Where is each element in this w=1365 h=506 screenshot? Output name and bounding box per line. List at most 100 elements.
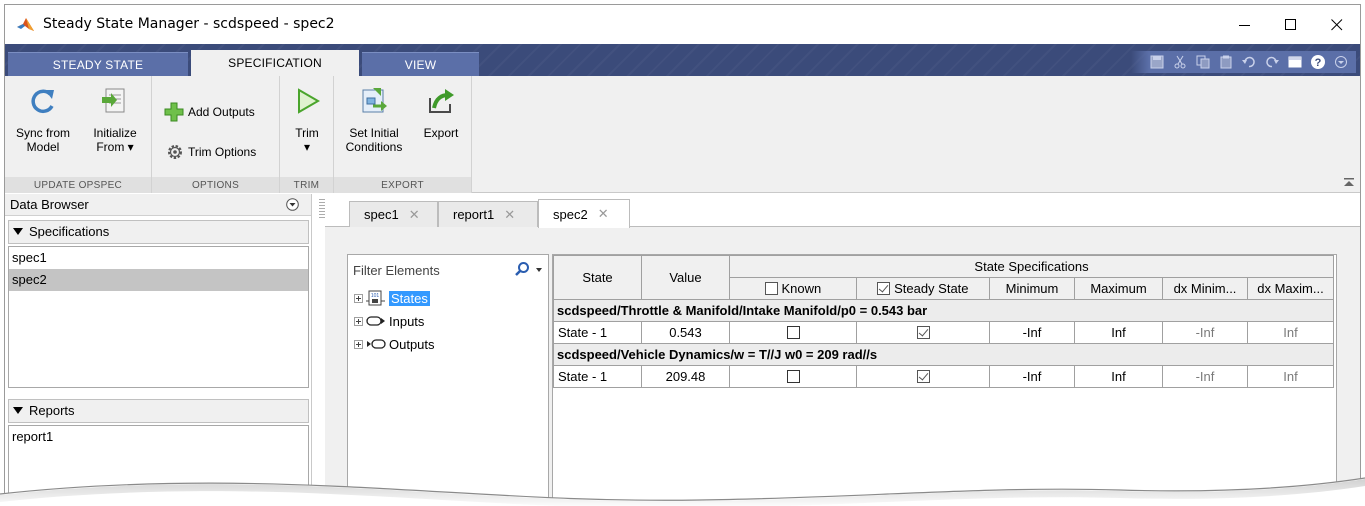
window-icon[interactable] bbox=[1285, 53, 1304, 71]
doc-tab-spec1[interactable]: spec1 ✕ bbox=[349, 201, 438, 227]
cell-state: State - 1 bbox=[553, 365, 642, 388]
expand-icon[interactable] bbox=[354, 293, 363, 303]
data-browser-panel: Data Browser Specifications spec1 spec2 … bbox=[5, 194, 312, 506]
redo-icon[interactable] bbox=[1262, 53, 1281, 71]
panel-resize-grip[interactable] bbox=[319, 199, 325, 219]
col-header-known[interactable]: Known bbox=[729, 277, 857, 300]
app-window: Steady State Manager - scdspeed - spec2 … bbox=[4, 4, 1361, 506]
initialize-from-button[interactable]: Initialize From ▾ bbox=[83, 86, 147, 172]
svg-text:?: ? bbox=[1314, 57, 1321, 69]
doc-tab-report1[interactable]: report1 ✕ bbox=[438, 201, 538, 227]
output-port-icon bbox=[367, 339, 386, 349]
run-icon bbox=[298, 88, 320, 114]
sync-label-2: Model bbox=[26, 140, 60, 154]
tree-node-label: Outputs bbox=[389, 336, 435, 352]
doc-tab-label: spec1 bbox=[364, 207, 399, 222]
maximize-icon bbox=[1285, 18, 1296, 30]
block-path-header: scdspeed/Vehicle Dynamics/w = T//J w0 = … bbox=[553, 343, 1334, 366]
close-tab-icon[interactable]: ✕ bbox=[409, 207, 420, 223]
filter-elements-input[interactable]: Filter Elements bbox=[348, 255, 548, 284]
cell-value[interactable]: 0.543 bbox=[641, 321, 730, 344]
cell-minimum[interactable]: -Inf bbox=[989, 365, 1075, 388]
cut-icon[interactable] bbox=[1170, 53, 1189, 71]
ribbon-toolstrip: Sync from Model Initialize From ▾ UPDATE O… bbox=[5, 76, 1360, 193]
group-export: Set Initial Conditions Export EXPORT bbox=[334, 76, 472, 193]
add-icon bbox=[164, 102, 184, 122]
data-browser-header: Data Browser bbox=[5, 194, 311, 216]
cell-maximum[interactable]: Inf bbox=[1074, 365, 1163, 388]
minimize-icon bbox=[1239, 24, 1250, 26]
set-initial-conditions-button[interactable]: Set Initial Conditions bbox=[338, 86, 410, 172]
collapse-triangle-icon bbox=[13, 407, 23, 414]
tree-node-outputs[interactable]: Outputs bbox=[354, 334, 435, 354]
cell-minimum[interactable]: -Inf bbox=[989, 321, 1075, 344]
sync-from-model-button[interactable]: Sync from Model bbox=[11, 86, 75, 172]
panel-options-icon[interactable] bbox=[286, 198, 299, 211]
window-title: Steady State Manager - scdspeed - spec2 bbox=[43, 16, 335, 32]
trim-options-button[interactable]: Trim Options bbox=[166, 142, 256, 162]
copy-icon[interactable] bbox=[1193, 53, 1212, 71]
col-header-dx-minimum: dx Minim... bbox=[1162, 277, 1248, 300]
col-header-steady-state[interactable]: Steady State bbox=[856, 277, 990, 300]
doc-tab-spec2[interactable]: spec2 ✕ bbox=[538, 199, 630, 228]
close-tab-icon[interactable]: ✕ bbox=[504, 207, 515, 223]
matlab-logo-icon bbox=[17, 18, 34, 31]
list-item-spec1[interactable]: spec1 bbox=[9, 247, 308, 269]
cell-dx-minimum: -Inf bbox=[1162, 365, 1248, 388]
cell-state: State - 1 bbox=[553, 321, 642, 344]
set-initial-label-1: Set Initial bbox=[349, 126, 399, 140]
list-item-spec2[interactable]: spec2 bbox=[9, 269, 308, 291]
close-tab-icon[interactable]: ✕ bbox=[598, 206, 609, 222]
tab-view[interactable]: VIEW bbox=[362, 52, 479, 76]
doc-tab-label: report1 bbox=[453, 207, 495, 222]
cell-value[interactable]: 209.48 bbox=[641, 365, 730, 388]
tree-node-states[interactable]: 101 States bbox=[354, 288, 430, 308]
expand-icon[interactable] bbox=[354, 316, 363, 326]
trim-label: Trim bbox=[295, 126, 319, 140]
undo-icon[interactable] bbox=[1239, 53, 1258, 71]
close-icon bbox=[1331, 18, 1343, 30]
export-button[interactable]: Export bbox=[414, 86, 468, 172]
minimize-button[interactable] bbox=[1222, 5, 1268, 44]
initialize-label-1: Initialize bbox=[93, 126, 137, 140]
cell-known bbox=[729, 321, 857, 344]
paste-icon[interactable] bbox=[1216, 53, 1235, 71]
col-header-steady-label: Steady State bbox=[894, 281, 969, 296]
cell-dx-minimum: -Inf bbox=[1162, 321, 1248, 344]
close-button[interactable] bbox=[1314, 5, 1360, 44]
sync-label-1: Sync from bbox=[15, 126, 70, 140]
cell-maximum[interactable]: Inf bbox=[1074, 321, 1163, 344]
collapse-ribbon-icon[interactable] bbox=[1344, 178, 1354, 186]
save-icon[interactable] bbox=[1147, 53, 1166, 71]
steady-state-all-checkbox[interactable] bbox=[877, 282, 891, 295]
steady-state-checkbox[interactable] bbox=[916, 370, 930, 383]
col-header-state: State bbox=[553, 255, 642, 300]
list-item-report1[interactable]: report1 bbox=[9, 426, 308, 448]
title-bar: Steady State Manager - scdspeed - spec2 bbox=[5, 5, 1360, 44]
group-label-update-opspec: UPDATE OPSPEC bbox=[5, 177, 151, 193]
trim-button[interactable]: Trim ▾ bbox=[282, 86, 332, 172]
help-icon[interactable]: ? bbox=[1308, 53, 1327, 71]
block-path-header: scdspeed/Throttle & Manifold/Intake Mani… bbox=[553, 299, 1334, 322]
reports-list: report1 bbox=[8, 425, 309, 506]
tab-specification[interactable]: SPECIFICATION bbox=[191, 50, 359, 76]
reports-section-header[interactable]: Reports bbox=[8, 399, 309, 423]
state-spec-table: State Value State Specifications Known S… bbox=[553, 255, 1334, 388]
known-checkbox[interactable] bbox=[786, 370, 800, 383]
cell-dx-maximum: Inf bbox=[1247, 365, 1334, 388]
steady-state-checkbox[interactable] bbox=[916, 326, 930, 339]
group-label-options: OPTIONS bbox=[152, 177, 279, 193]
expand-icon[interactable] bbox=[354, 339, 363, 349]
known-checkbox[interactable] bbox=[786, 326, 800, 339]
tree-node-inputs[interactable]: Inputs bbox=[354, 311, 424, 331]
search-icon[interactable] bbox=[514, 261, 530, 277]
states-icon: 101 bbox=[366, 290, 385, 306]
add-outputs-button[interactable]: Add Outputs bbox=[164, 102, 255, 122]
specifications-section-header[interactable]: Specifications bbox=[8, 220, 309, 244]
options-icon[interactable] bbox=[1331, 53, 1350, 71]
maximize-button[interactable] bbox=[1268, 5, 1314, 44]
known-all-checkbox[interactable] bbox=[764, 282, 778, 295]
tab-steady-state[interactable]: STEADY STATE bbox=[8, 52, 188, 76]
filter-dropdown-caret-icon[interactable] bbox=[536, 268, 542, 272]
data-browser-title: Data Browser bbox=[10, 197, 89, 212]
